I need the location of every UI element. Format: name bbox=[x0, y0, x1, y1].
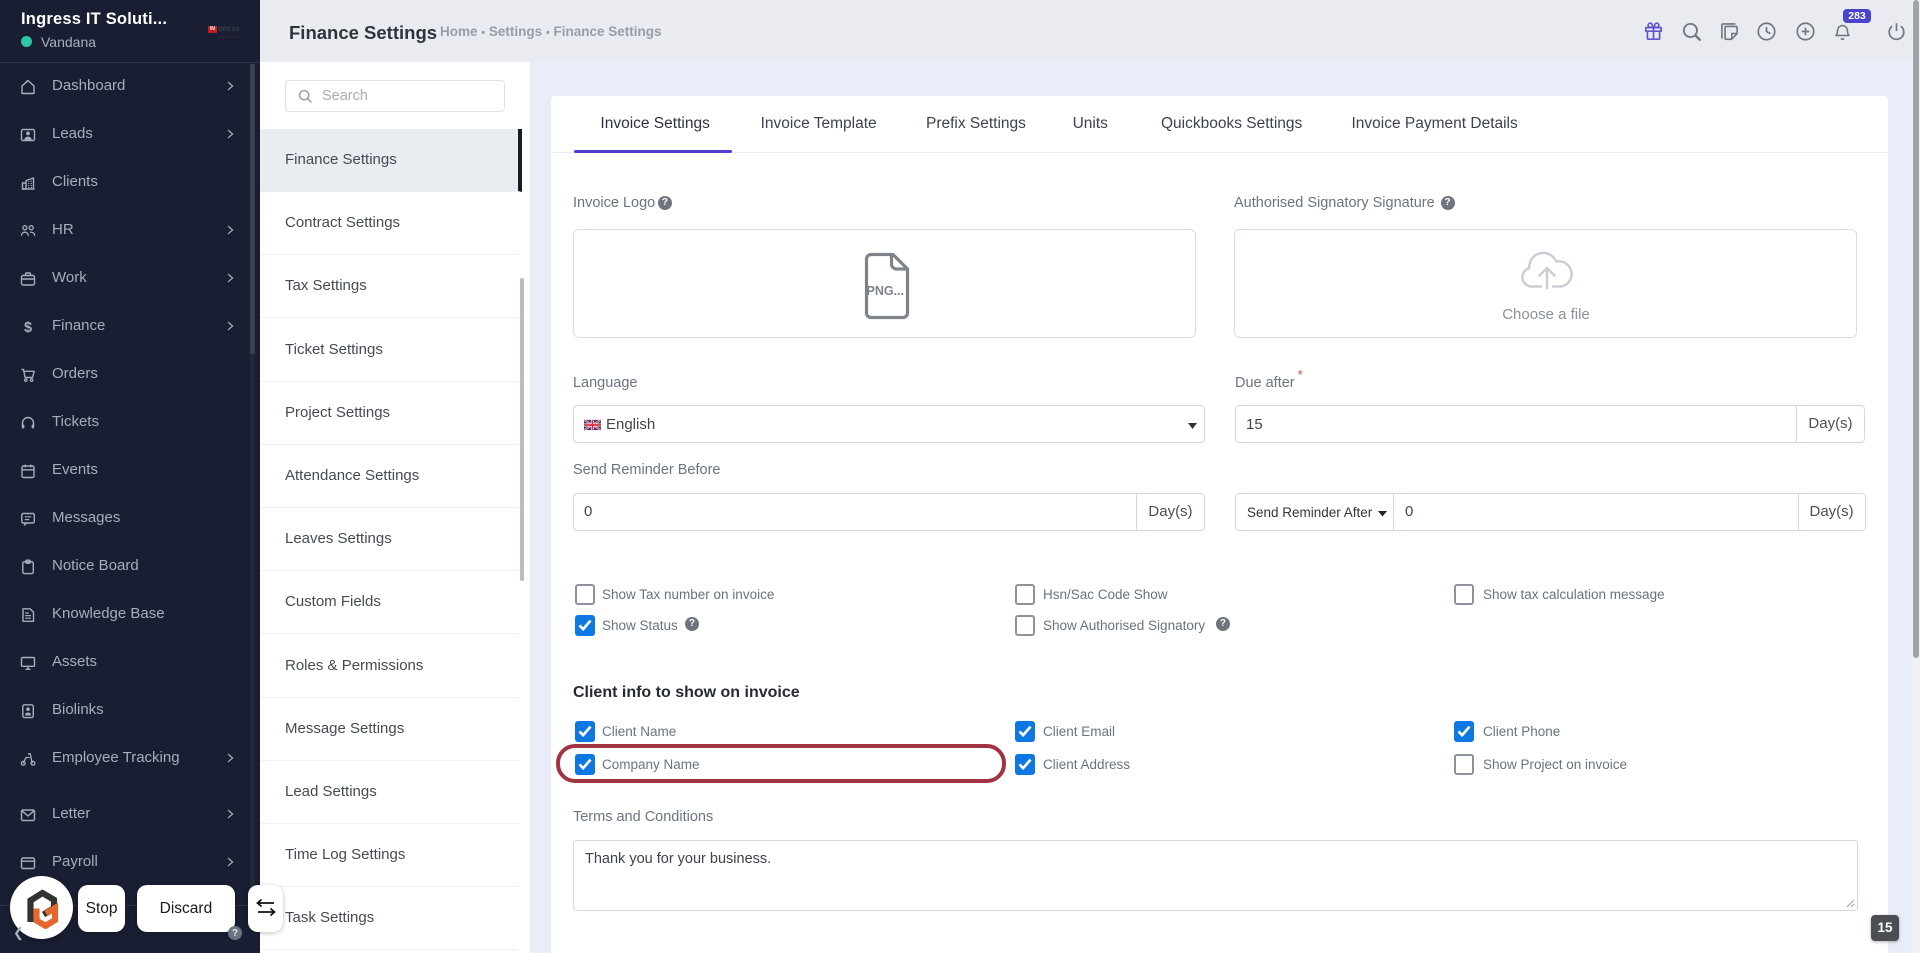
svg-text:PNG...: PNG... bbox=[866, 284, 904, 298]
svg-text:$: $ bbox=[24, 320, 32, 335]
